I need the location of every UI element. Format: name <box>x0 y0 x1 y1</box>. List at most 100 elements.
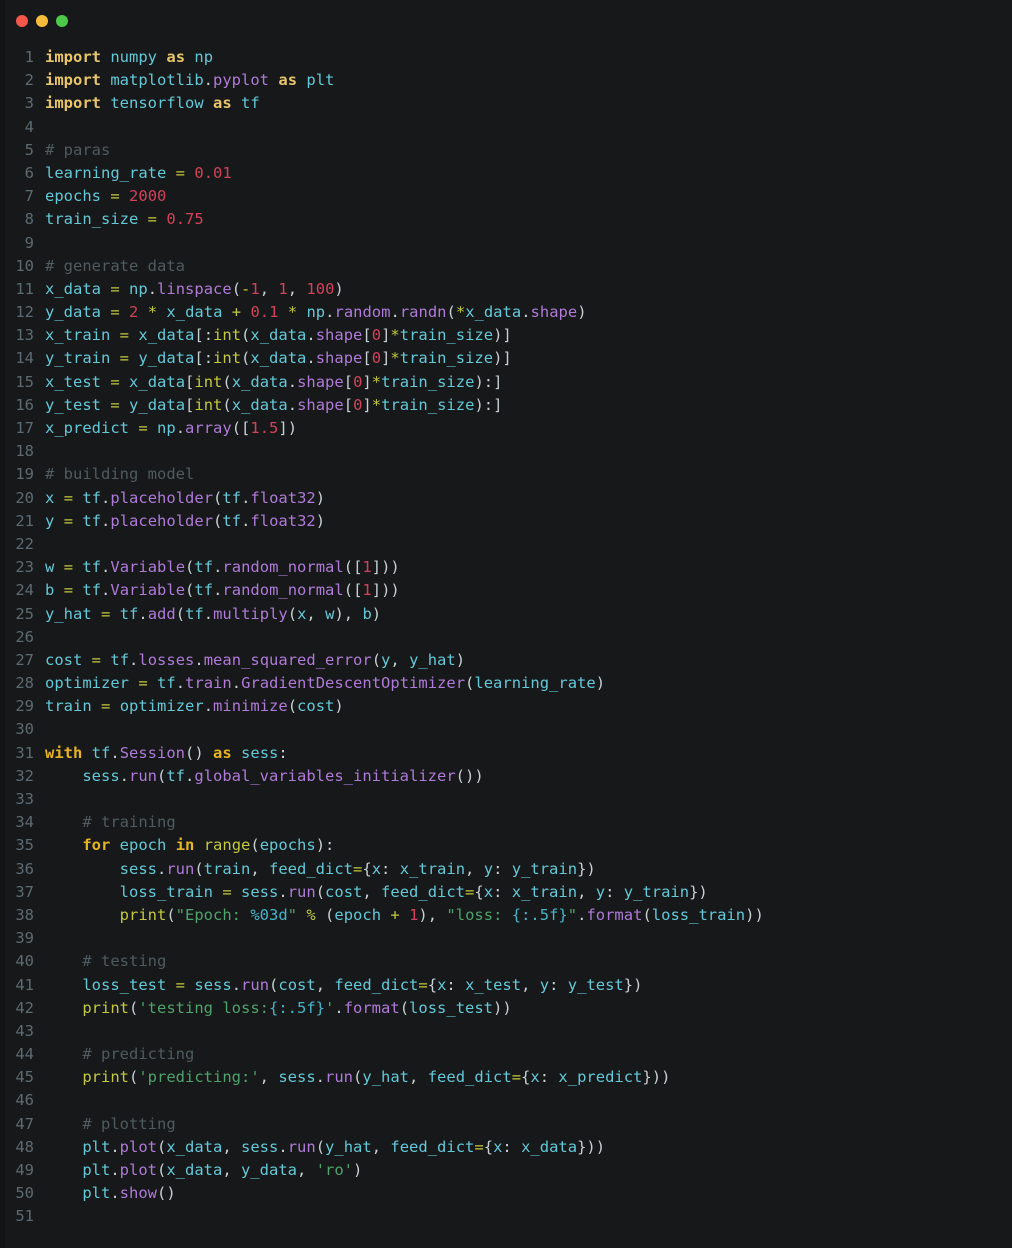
maximize-window-button[interactable] <box>56 15 68 27</box>
token-var: train_size <box>399 349 494 368</box>
token-var: x <box>45 488 55 507</box>
token-var: x_data <box>231 372 288 391</box>
code-area[interactable]: 1 import numpy as np 2 import matplotlib.py… <box>0 42 1012 1229</box>
token-punc: . <box>203 604 214 623</box>
token-punc: . <box>203 71 214 90</box>
code-line-content: loss_test = sess.run(cost, feed_dict={x:… <box>45 976 642 994</box>
token-var: x_data <box>45 279 101 298</box>
code-line: 33 <box>0 788 1012 811</box>
title-bar[interactable] <box>0 0 1012 42</box>
token-punc: })) <box>642 1068 671 1087</box>
code-line: 6 learning_rate = 0.01 <box>0 162 1012 185</box>
close-window-button[interactable] <box>16 15 28 27</box>
token-punc: . <box>287 372 298 391</box>
code-line-content: plt.show() <box>45 1184 175 1203</box>
token-punc: )) <box>745 905 764 924</box>
token-punc: , <box>297 1161 316 1179</box>
token-punc: { <box>362 859 372 878</box>
token-punc: , <box>465 859 484 878</box>
code-line: 19 # building model <box>0 463 1012 486</box>
token-attr: plot <box>119 1161 157 1179</box>
line-number: 7 <box>24 187 34 206</box>
token-var: feed_dict <box>381 882 466 901</box>
token-code <box>316 906 325 924</box>
token-punc: ]) <box>278 419 298 437</box>
token-mod: np <box>194 48 214 66</box>
token-var: w <box>45 558 55 577</box>
token-punc: [ <box>343 395 354 414</box>
token-var: learning_rate <box>474 674 596 693</box>
line-number: 12 <box>15 303 34 322</box>
token-punc: , <box>409 1068 428 1087</box>
token-var: x <box>437 975 447 994</box>
token-var: sess <box>278 1068 316 1087</box>
token-punc: ): <box>315 836 335 855</box>
token-var: tf <box>119 604 139 623</box>
code-line: 22 <box>0 533 1012 556</box>
token-builtin: int <box>213 326 242 345</box>
token-var: y_train <box>511 859 578 878</box>
token-punc: : <box>493 882 512 901</box>
token-attr: train <box>185 674 232 693</box>
token-op: * <box>147 303 158 322</box>
code-line-content: w = tf.Variable(tf.random_normal([1])) <box>45 558 400 576</box>
code-line: 4 <box>0 116 1012 139</box>
code-line: 11 x_data = np.linspace(-1, 1, 100) <box>0 278 1012 301</box>
token-code <box>185 976 194 994</box>
token-punc: , <box>306 604 326 623</box>
code-line: 29 train = optimizer.minimize(cost) <box>0 695 1012 718</box>
token-punc: : <box>493 859 512 878</box>
minimize-window-button[interactable] <box>36 15 48 27</box>
token-code <box>45 1068 82 1086</box>
token-punc: . <box>110 1184 120 1203</box>
token-code <box>82 744 91 762</box>
line-number: 48 <box>15 1137 34 1156</box>
token-code <box>110 326 119 344</box>
token-code <box>101 651 110 669</box>
token-var: feed_dict <box>427 1068 512 1087</box>
token-punc: [ <box>362 349 372 368</box>
code-line-content: print('predicting:', sess.run(y_hat, fee… <box>45 1068 670 1086</box>
token-var: loss_train <box>651 905 746 924</box>
token-fmt: {:.5f} <box>511 905 568 924</box>
token-attr: random_normal <box>222 558 344 577</box>
token-var: tf <box>82 488 102 507</box>
token-var: tf <box>157 674 176 693</box>
token-punc: . <box>194 650 204 669</box>
token-mod: matplotlib <box>110 71 204 90</box>
token-cmt: # testing <box>82 952 167 971</box>
token-punc: . <box>138 604 148 623</box>
token-var: y_hat <box>409 650 456 669</box>
token-op: = <box>101 697 111 716</box>
token-code <box>129 674 138 692</box>
token-punc: . <box>101 581 111 600</box>
token-punc: ( <box>157 1137 167 1156</box>
token-var: y <box>595 882 606 901</box>
code-line: 21 y = tf.placeholder(tf.float32) <box>0 510 1012 533</box>
token-op: = <box>110 279 120 298</box>
token-var: x_data <box>250 349 307 368</box>
line-number: 18 <box>15 442 34 461</box>
token-kw: with <box>45 743 83 762</box>
line-number: 44 <box>15 1045 34 1064</box>
token-code <box>73 558 82 576</box>
token-op: = <box>138 674 148 693</box>
token-punc: )] <box>493 349 512 368</box>
token-punc: . <box>156 859 167 878</box>
line-number: 47 <box>15 1114 34 1133</box>
token-var: loss_test <box>409 998 494 1017</box>
code-line: 49 plt.plot(x_data, y_data, 'ro') <box>0 1159 1012 1182</box>
token-op: * <box>455 303 466 322</box>
token-builtin: int <box>194 395 223 414</box>
token-punc: ([ <box>343 558 363 577</box>
token-punc: . <box>119 766 129 785</box>
code-line: 25 y_hat = tf.add(tf.multiply(x, w), b) <box>0 603 1012 626</box>
token-punc: . <box>213 581 223 600</box>
code-line: 50 plt.show() <box>0 1182 1012 1205</box>
token-code <box>54 581 63 599</box>
token-var: tf <box>194 558 214 577</box>
line-number: 46 <box>15 1091 34 1110</box>
token-var: y <box>483 859 494 878</box>
token-var: x_train <box>399 859 466 878</box>
code-line: 10 # generate data <box>0 255 1012 278</box>
